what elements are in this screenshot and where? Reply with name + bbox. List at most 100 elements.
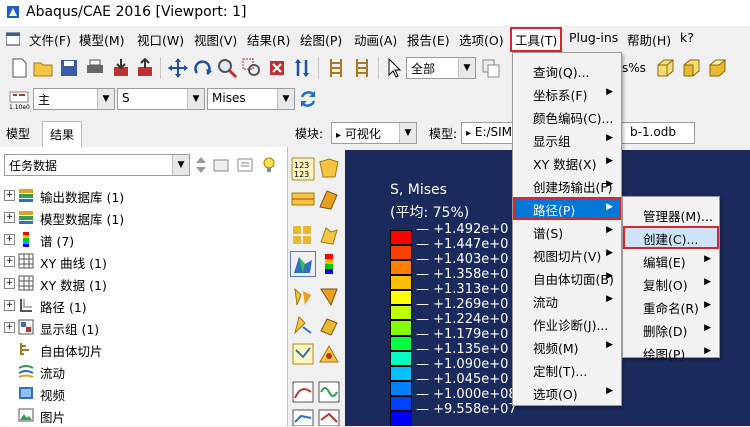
menu-plugins[interactable]: Plug-ins <box>569 30 618 45</box>
new-file-icon[interactable] <box>8 57 30 79</box>
expand-icon[interactable]: + <box>4 256 15 267</box>
menu-item[interactable]: 显示组 ▶ <box>513 128 621 151</box>
menu-item[interactable]: 视频(M) ▶ <box>513 335 621 358</box>
menu-item[interactable]: 创建场输出(F) ▶ <box>513 174 621 197</box>
tab-model[interactable]: 模型 <box>6 125 30 142</box>
symbol-plot-icon[interactable] <box>317 187 341 211</box>
menu-item[interactable]: 选项(O) ▶ <box>513 381 621 404</box>
color-code-icon[interactable] <box>317 342 341 366</box>
expand-icon[interactable]: + <box>4 300 15 311</box>
refresh-icon[interactable] <box>297 88 319 110</box>
expand-icon[interactable]: + <box>4 234 15 245</box>
menu-item[interactable]: 视图切片(V) ▶ <box>513 243 621 266</box>
contour-plot-icon[interactable] <box>291 187 315 211</box>
menu-item[interactable]: 谱(S) ▶ <box>513 220 621 243</box>
svg-text:1.10e0: 1.10e0 <box>9 104 30 110</box>
deformed-plot-icon[interactable] <box>317 157 341 181</box>
menu-item[interactable]: 颜色编码(C)... <box>513 105 621 128</box>
animate-harmonic-icon[interactable] <box>317 380 341 404</box>
xy-plot-icon[interactable] <box>291 408 315 426</box>
odb-combo[interactable]: b-1.odb <box>621 122 695 144</box>
menu-viewport[interactable]: 视口(W) <box>137 30 184 49</box>
menu-item[interactable]: 重命名(R) ▶ <box>623 295 719 318</box>
save-icon[interactable] <box>58 57 80 79</box>
zoom-icon[interactable] <box>216 57 238 79</box>
invariant-combo[interactable]: Mises ▼ <box>207 88 295 110</box>
menu-item[interactable]: 作业诊断(J)... <box>513 312 621 335</box>
expand-icon[interactable]: + <box>4 212 15 223</box>
open-folder-icon[interactable] <box>32 57 54 79</box>
import-icon[interactable] <box>110 57 132 79</box>
contour-options-icon[interactable] <box>290 251 316 277</box>
menu-animate[interactable]: 动画(A) <box>354 30 397 49</box>
ladder-alt-icon[interactable] <box>351 57 373 79</box>
copy-icon[interactable] <box>480 57 502 79</box>
pan-icon[interactable] <box>167 57 189 79</box>
menu-report[interactable]: 报告(E) <box>407 30 450 49</box>
module-combo[interactable]: ▸ 可视化 ▼ <box>331 122 417 144</box>
cycle-views-icon[interactable] <box>291 57 313 79</box>
selection-filter-combo[interactable]: 全部 ▼ <box>406 57 476 79</box>
menu-help[interactable]: 帮助(H) <box>627 30 671 49</box>
display-body-icon[interactable] <box>317 313 341 337</box>
field-output-icon[interactable]: 1.10e0 <box>8 88 30 110</box>
menu-view[interactable]: 视图(V) <box>194 30 237 49</box>
menu-item[interactable]: 流动 ▶ <box>513 289 621 312</box>
field-combo[interactable]: S ▼ <box>117 88 205 110</box>
iso-view-icon[interactable] <box>654 57 676 79</box>
menu-options[interactable]: 选项(O) <box>459 30 504 49</box>
menu-item[interactable]: 绘图(P) ▶ <box>623 341 719 364</box>
menu-item[interactable]: 创建(C)... <box>623 226 719 249</box>
undeformed-plot-icon[interactable]: 123123 <box>291 157 315 181</box>
expand-icon[interactable]: + <box>4 278 15 289</box>
menu-item[interactable]: 路径(P) ▶ <box>513 197 621 220</box>
sort-arrows-icon[interactable] <box>194 155 208 175</box>
lightbulb-icon[interactable] <box>260 155 278 175</box>
menu-plot[interactable]: 绘图(P) <box>300 30 342 49</box>
ladder-icon[interactable] <box>325 57 347 79</box>
print-icon[interactable] <box>84 57 106 79</box>
menu-model[interactable]: 模型(M) <box>79 30 125 49</box>
free-body-cut-icon[interactable] <box>291 313 315 337</box>
menu-item[interactable]: 查询(Q)... <box>513 59 621 82</box>
view-cut-manager-icon[interactable] <box>317 285 341 309</box>
step-combo[interactable]: 主 ▼ <box>33 88 115 110</box>
window-menu-icon[interactable] <box>6 32 20 46</box>
select-arrow-icon[interactable] <box>384 57 406 79</box>
allow-multiple-plots-icon[interactable] <box>317 224 341 248</box>
rotate-icon[interactable] <box>192 57 214 79</box>
animate-time-icon[interactable] <box>291 380 315 404</box>
material-orientation-icon[interactable] <box>291 224 315 248</box>
expand-icon[interactable]: + <box>4 322 15 333</box>
menu-context-help[interactable]: k? <box>680 30 694 45</box>
auto-fit-icon[interactable] <box>266 57 288 79</box>
filter-icon[interactable] <box>212 156 230 174</box>
menu-item[interactable]: 自由体切面(B) ▶ <box>513 266 621 289</box>
menu-file[interactable]: 文件(F) <box>29 30 71 49</box>
menu-item[interactable]: 定制(T)... <box>513 358 621 381</box>
menu-item-label: 重命名(R) <box>643 301 699 316</box>
menu-item[interactable]: XY 数据(X) ▶ <box>513 151 621 174</box>
menu-tools[interactable]: 工具(T) <box>510 27 563 52</box>
expand-icon[interactable]: + <box>4 190 15 201</box>
menu-results[interactable]: 结果(R) <box>247 30 290 49</box>
toolbar-separator <box>378 57 379 79</box>
spectrum-options-icon[interactable] <box>317 252 341 276</box>
menu-item-label: 显示组 <box>533 134 571 149</box>
xy-data-icon[interactable] <box>317 408 341 426</box>
model-combo[interactable]: ▸ E:/SIM <box>461 122 513 144</box>
menu-item[interactable]: 编辑(E) ▶ <box>623 249 719 272</box>
menu-item[interactable]: 管理器(M)... <box>623 203 719 226</box>
probe-values-icon[interactable] <box>291 342 315 366</box>
task-data-combo[interactable]: 任务数据 ▼ <box>4 154 190 176</box>
export-icon[interactable] <box>134 57 156 79</box>
menu-item[interactable]: 复制(O) ▶ <box>623 272 719 295</box>
tab-results[interactable]: 结果 <box>42 121 82 147</box>
menu-item[interactable]: 坐标系(F) ▶ <box>513 82 621 105</box>
front-view-icon[interactable] <box>680 57 702 79</box>
box-zoom-icon[interactable] <box>241 57 263 79</box>
menu-item[interactable]: 删除(D) ▶ <box>623 318 719 341</box>
tree-options-icon[interactable] <box>236 156 254 174</box>
top-view-icon[interactable] <box>706 57 728 79</box>
view-cut-icon[interactable] <box>291 285 315 309</box>
